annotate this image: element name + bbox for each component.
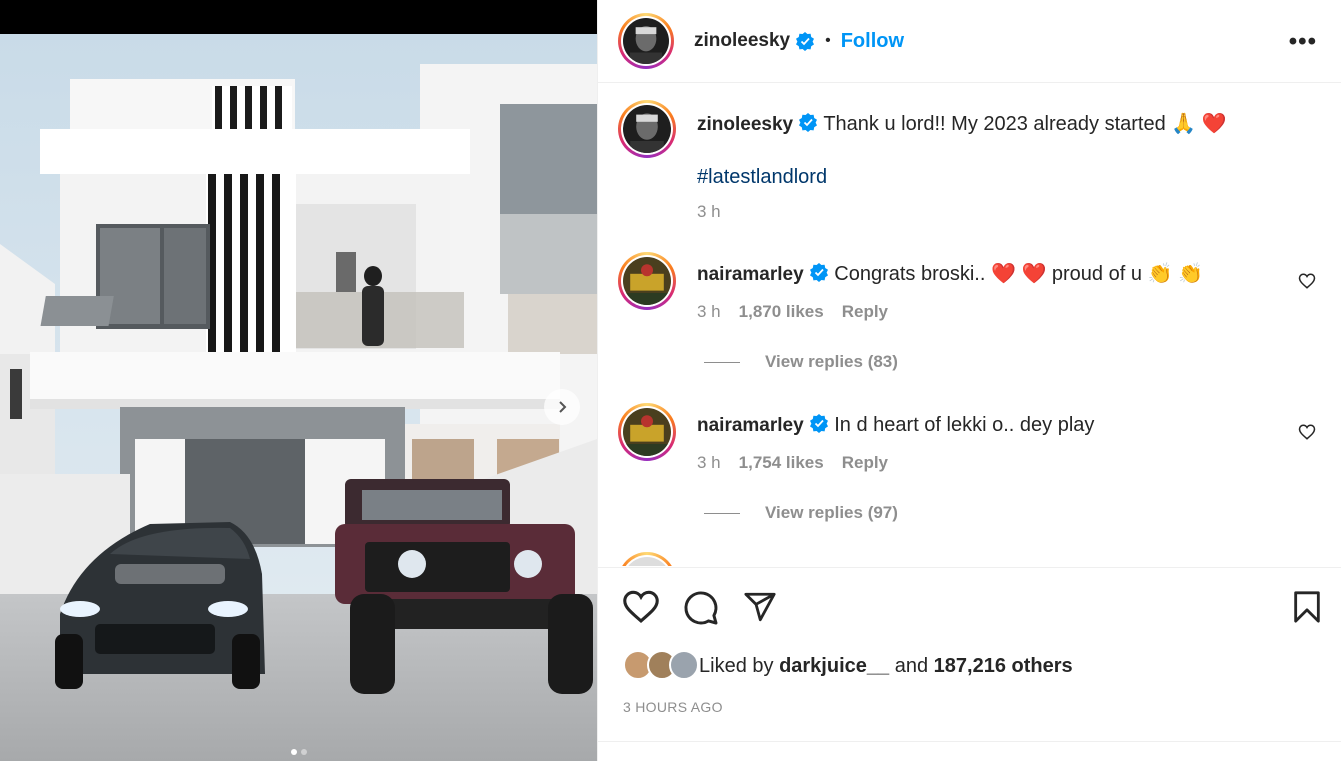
post-detail-panel: zinoleesky • Follow ••• zinoleesky Thank… [597,0,1341,761]
chevron-right-icon [559,401,567,413]
comment-reply-button[interactable]: Reply [842,302,888,322]
replies-divider [704,361,740,363]
comment-item: nairamarley Congrats broski.. ❤️ ❤️ prou… [618,252,1321,392]
comment-text-line: nairamarley In d heart of lekki o.. dey … [697,413,1094,438]
comment-likes[interactable]: 1,754 likes [739,453,824,473]
comment-username[interactable]: nairamarley [697,415,804,436]
caption-text: Thank u lord!! My 2023 already started 🙏… [823,113,1227,135]
bookmark-icon[interactable] [1291,590,1323,624]
liked-by-user[interactable]: darkjuice__ [779,655,889,678]
liked-by-and: and [894,654,929,677]
follow-button[interactable]: Follow [841,30,904,53]
comment-reply-button[interactable]: Reply [842,453,888,473]
next-image-button[interactable] [544,389,580,425]
liked-by-others[interactable]: 187,216 others [934,655,1073,678]
liked-by-prefix: Liked by [699,654,774,677]
comment-meta: 3 h 1,754 likes Reply [697,453,888,473]
comment-like-heart-icon[interactable] [1298,272,1316,290]
comment-icon[interactable] [683,590,719,626]
comment-text-line: nairamarley Congrats broski.. ❤️ ❤️ prou… [697,262,1203,287]
comment-avatar[interactable] [618,252,676,310]
comment-likes[interactable]: 1,870 likes [739,302,824,322]
comment-avatar[interactable] [618,403,676,461]
view-replies-button[interactable]: View replies (83) [704,352,898,372]
view-replies-button[interactable]: View replies (97) [704,503,898,523]
caption-text-line: zinoleesky Thank u lord!! My 2023 alread… [697,112,1227,137]
author-avatar[interactable] [618,13,674,69]
view-replies-label: View replies (97) [765,503,898,522]
view-replies-label: View replies (83) [765,352,898,371]
caption-meta: 3 h [697,202,721,222]
avatar-image-zinoleesky [623,18,669,64]
heart-icon[interactable] [622,590,660,624]
liker-avatar[interactable] [669,650,699,680]
comment-item-partial [618,552,1321,566]
house-with-cars-image [0,34,597,761]
header-separator: • [825,32,831,49]
post-header: zinoleesky • Follow ••• [598,0,1341,83]
post-actions-bar [598,567,1341,647]
carousel-dots [0,749,597,755]
caption-time[interactable]: 3 h [697,202,721,222]
liked-by-row: Liked by darkjuice__ and 187,216 others [623,650,1073,682]
comment-time[interactable]: 3 h [697,453,721,473]
comment-text: In d heart of lekki o.. dey play [834,414,1095,436]
avatar-image-nairamarley [623,257,671,305]
more-options-button[interactable]: ••• [1289,28,1317,56]
verified-badge-icon [809,263,828,282]
avatar-image-zinoleesky [623,105,671,153]
comment-avatar[interactable] [618,552,676,566]
caption-hashtag[interactable]: #latestlandlord [697,166,827,189]
verified-badge-icon [809,414,828,433]
comments-list[interactable]: zinoleesky Thank u lord!! My 2023 alread… [598,84,1341,566]
caption-avatar[interactable] [618,100,676,158]
caption-username[interactable]: zinoleesky [697,114,793,135]
post-photo [0,34,597,761]
caption-item: zinoleesky Thank u lord!! My 2023 alread… [618,100,1321,240]
replies-divider [704,512,740,514]
author-username[interactable]: zinoleesky [694,30,790,52]
comment-like-heart-icon[interactable] [1298,423,1316,441]
comment-time[interactable]: 3 h [697,302,721,322]
carousel-dot [300,749,307,755]
send-icon[interactable] [743,590,777,624]
post-timestamp[interactable]: 3 HOURS AGO [623,699,723,715]
comment-username[interactable]: nairamarley [697,264,804,285]
liker-avatars [623,650,699,682]
divider [598,741,1341,742]
avatar-image-nairamarley [623,408,671,456]
comment-item: nairamarley In d heart of lekki o.. dey … [618,403,1321,543]
comment-meta: 3 h 1,870 likes Reply [697,302,888,322]
comment-text: Congrats broski.. ❤️ ❤️ proud of u 👏 👏 [834,263,1203,285]
post-media [0,0,597,761]
verified-badge-icon [796,32,815,51]
verified-badge-icon [799,113,818,132]
carousel-dot-active [290,749,297,755]
